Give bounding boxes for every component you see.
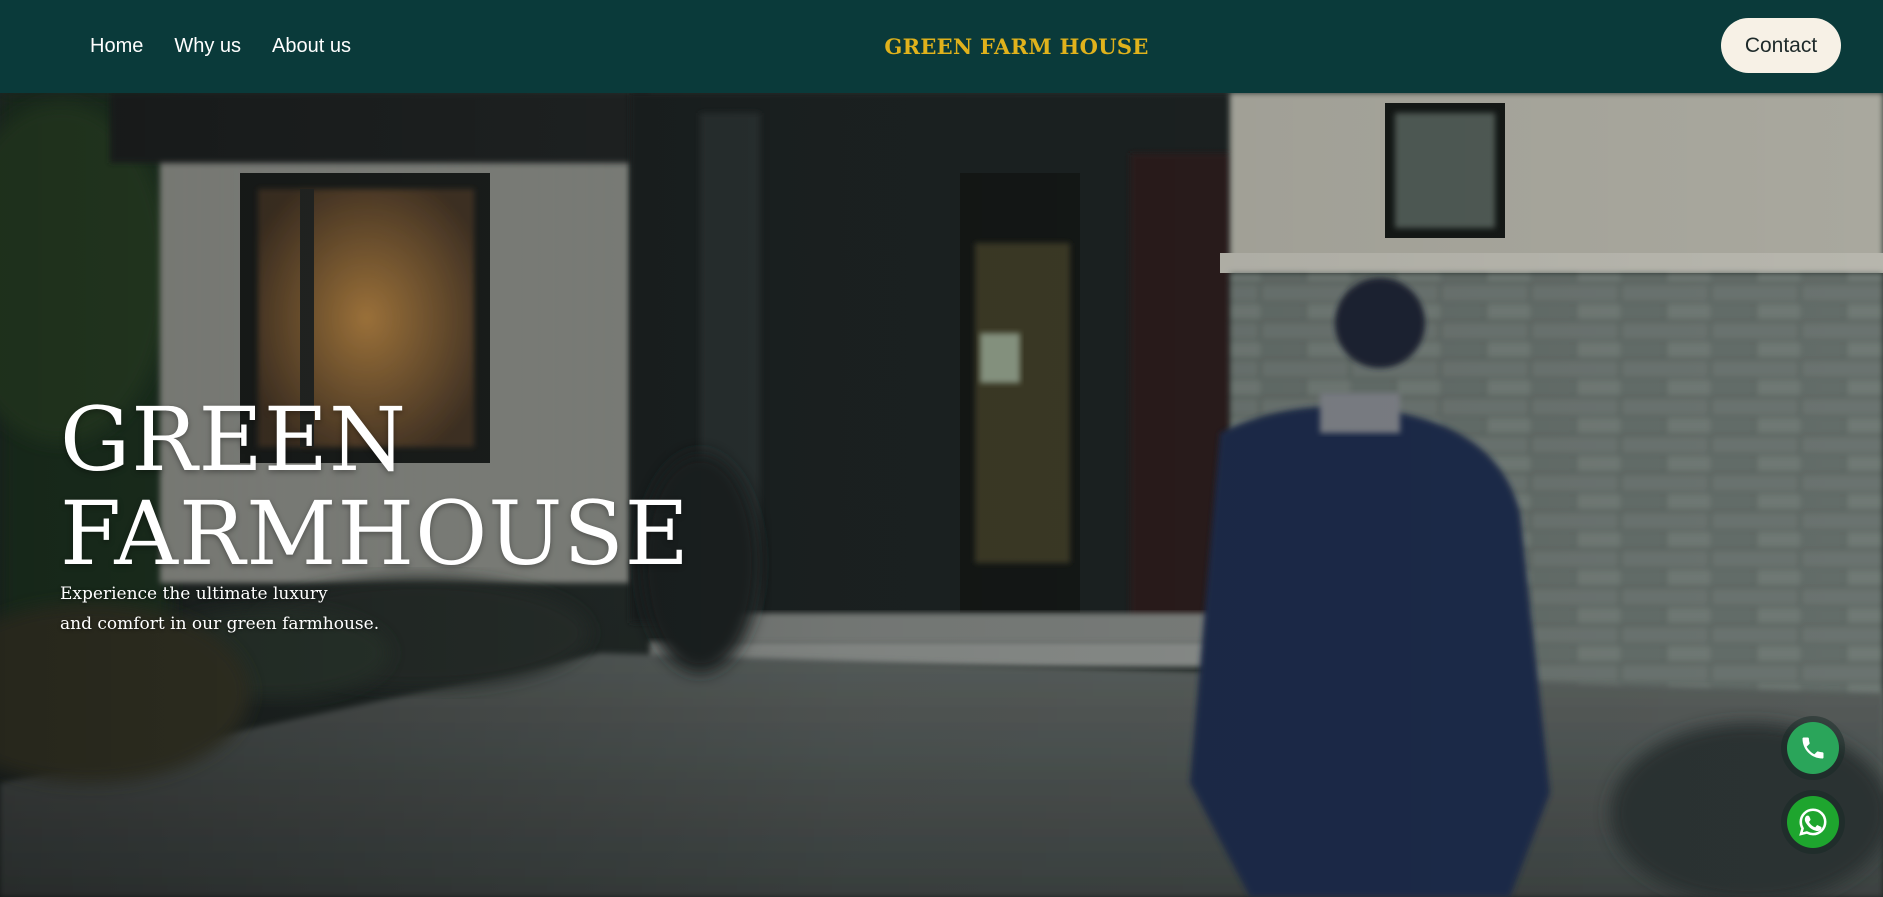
hero-subtitle-line: Experience the ultimate luxury [60,584,328,604]
whatsapp-button[interactable] [1787,796,1839,848]
page: GREEN FARMHOUSE Experience the ultimate … [0,0,1883,897]
hero-subtitle-line: and comfort in our green farmhouse. [60,614,380,634]
hero-title-line: GREEN [60,388,408,491]
nav-link-home[interactable]: Home [90,35,143,58]
hero-section: GREEN FARMHOUSE Experience the ultimate … [0,93,1883,897]
main-nav: Home Why us About us [90,0,351,93]
contact-button[interactable]: Contact [1721,18,1841,73]
whatsapp-icon [1799,808,1827,836]
nav-link-why-us[interactable]: Why us [174,35,241,58]
call-button[interactable] [1787,722,1839,774]
hero-title: GREEN FARMHOUSE [60,393,690,581]
phone-icon [1802,737,1824,759]
site-header: Home Why us About us GREEN FARM HOUSE Co… [0,0,1883,93]
brand-name[interactable]: GREEN FARM HOUSE [884,34,1148,59]
nav-link-about-us[interactable]: About us [272,35,351,58]
hero-title-line: FARMHOUSE [60,482,690,585]
hero-subtitle: Experience the ultimate luxury and comfo… [60,579,379,639]
